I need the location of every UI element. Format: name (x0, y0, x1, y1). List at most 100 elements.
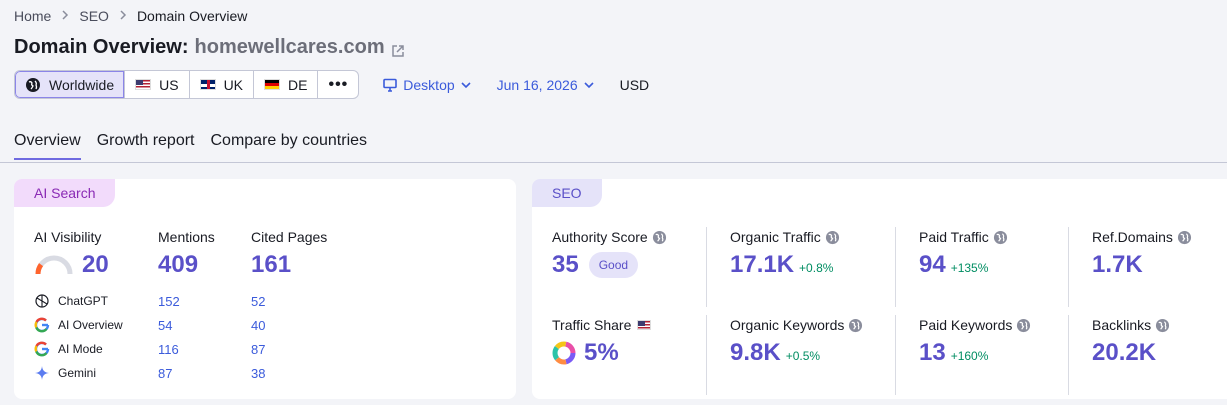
database-selector: Worldwide US UK DE ••• (14, 70, 360, 99)
paid-traffic-value[interactable]: 94 (919, 251, 946, 279)
traffic-share-metric: Traffic Share 5% (552, 317, 652, 367)
mentions-value[interactable]: 409 (158, 251, 215, 279)
backlinks-label: Backlinks (1092, 317, 1152, 333)
ref-domains-metric: Ref.Domains 1.7K (1092, 229, 1192, 279)
ai-search-card: AI Search AI Visibility 20 Mentions 409 … (14, 179, 516, 399)
traffic-share-donut (552, 341, 576, 365)
filters-toolbar: Worldwide US UK DE ••• Desktop Jun 16, 2… (14, 70, 649, 99)
authority-score-badge: Good (588, 252, 639, 278)
database-de-label: DE (288, 76, 308, 93)
external-link-icon[interactable] (391, 41, 405, 57)
database-us-button[interactable]: US (125, 71, 190, 98)
page-title-prefix: Domain Overview: (14, 36, 189, 58)
globe-icon (1177, 230, 1192, 245)
platform-cited[interactable]: 52 (251, 294, 265, 309)
divider (706, 227, 707, 307)
platform-cited[interactable]: 87 (251, 342, 265, 357)
database-worldwide-button[interactable]: Worldwide (15, 71, 126, 98)
organic-traffic-value[interactable]: 17.1K (730, 251, 794, 279)
tab-growth-report[interactable]: Growth report (97, 132, 195, 160)
us-flag-icon (135, 79, 152, 90)
ai-visibility-block: AI Visibility 20 (34, 229, 109, 279)
paid-traffic-metric: Paid Traffic 94 +135% (919, 229, 1008, 279)
authority-score-value[interactable]: 35 (552, 251, 579, 279)
divider (895, 227, 896, 307)
organic-traffic-metric: Organic Traffic 17.1K +0.8% (730, 229, 840, 279)
tabs-divider (0, 162, 1227, 163)
chevron-right-icon (61, 9, 69, 23)
page-title: Domain Overview: homewellcares.com (14, 36, 405, 59)
cited-pages-label: Cited Pages (251, 229, 328, 245)
paid-keywords-value[interactable]: 13 (919, 339, 946, 367)
platform-mentions[interactable]: 87 (158, 366, 251, 381)
globe-icon (848, 318, 863, 333)
traffic-share-value[interactable]: 5% (584, 339, 619, 367)
paid-keywords-metric: Paid Keywords 13 +160% (919, 317, 1031, 367)
breadcrumb: Home SEO Domain Overview (14, 8, 247, 24)
seo-card: SEO Authority Score 35 Good Organic Traf… (532, 179, 1227, 399)
authority-score-label: Authority Score (552, 229, 648, 245)
report-tabs: Overview Growth report Compare by countr… (14, 132, 383, 160)
organic-keywords-metric: Organic Keywords 9.8K +0.5% (730, 317, 863, 367)
organic-keywords-label: Organic Keywords (730, 317, 845, 333)
list-item: AI Overview 54 40 (34, 313, 265, 337)
ai-visibility-gauge (35, 255, 73, 275)
chevron-down-icon (584, 81, 594, 89)
platform-mentions[interactable]: 152 (158, 294, 251, 309)
google-icon (34, 317, 50, 333)
breadcrumb-home[interactable]: Home (14, 8, 51, 24)
database-us-label: US (159, 76, 179, 93)
ai-visibility-gauge-fill (35, 263, 44, 275)
paid-keywords-label: Paid Keywords (919, 317, 1013, 333)
database-uk-button[interactable]: UK (190, 71, 255, 98)
date-label: Jun 16, 2026 (496, 76, 578, 93)
breadcrumb-current: Domain Overview (136, 8, 248, 24)
globe-icon (652, 230, 667, 245)
platform-cited[interactable]: 38 (251, 366, 265, 381)
platform-name: AI Mode (58, 342, 103, 356)
organic-keywords-value[interactable]: 9.8K (730, 339, 781, 367)
list-item: ChatGPT 152 52 (34, 289, 265, 313)
platform-name: ChatGPT (58, 294, 109, 308)
de-flag-icon (264, 79, 281, 90)
platform-mentions[interactable]: 116 (158, 342, 251, 357)
platform-cited[interactable]: 40 (251, 318, 265, 333)
divider (1068, 227, 1069, 307)
database-de-button[interactable]: DE (254, 71, 319, 98)
cited-pages-value[interactable]: 161 (251, 251, 327, 279)
chatgpt-icon (34, 293, 50, 309)
traffic-share-label: Traffic Share (552, 317, 632, 333)
date-dropdown[interactable]: Jun 16, 2026 (497, 77, 594, 93)
tab-compare-by-countries[interactable]: Compare by countries (211, 132, 368, 160)
platform-name: AI Overview (58, 318, 123, 332)
chevron-down-icon (461, 81, 471, 89)
authority-score-metric: Authority Score 35 Good (552, 229, 667, 279)
device-dropdown[interactable]: Desktop (383, 76, 471, 93)
globe-icon (825, 230, 840, 245)
ai-search-tag: AI Search (14, 179, 116, 207)
organic-keywords-delta: +0.5% (785, 349, 821, 363)
backlinks-value[interactable]: 20.2K (1092, 339, 1156, 367)
list-item: AI Mode 116 87 (34, 337, 265, 361)
currency-label: USD (619, 76, 650, 93)
seo-tag: SEO (532, 179, 602, 207)
us-flag-icon (637, 320, 652, 330)
mentions-block: Mentions 409 (158, 229, 215, 279)
platform-name: Gemini (58, 366, 97, 380)
more-databases-button[interactable]: ••• (318, 71, 358, 98)
ai-visibility-value: 20 (82, 251, 109, 278)
globe-icon (25, 77, 41, 93)
breadcrumb-seo[interactable]: SEO (79, 8, 109, 24)
globe-icon (1016, 318, 1031, 333)
gemini-icon (34, 365, 50, 381)
divider (706, 315, 707, 395)
paid-traffic-label: Paid Traffic (919, 229, 989, 245)
ai-visibility-label: AI Visibility (34, 229, 102, 245)
ai-platform-list: ChatGPT 152 52 AI Overview 54 40 AI Mode (34, 289, 265, 385)
device-label: Desktop (403, 76, 455, 93)
platform-mentions[interactable]: 54 (158, 318, 251, 333)
ref-domains-value[interactable]: 1.7K (1092, 251, 1143, 279)
paid-traffic-delta: +135% (950, 261, 989, 275)
database-uk-label: UK (223, 76, 244, 93)
tab-overview[interactable]: Overview (14, 132, 81, 160)
